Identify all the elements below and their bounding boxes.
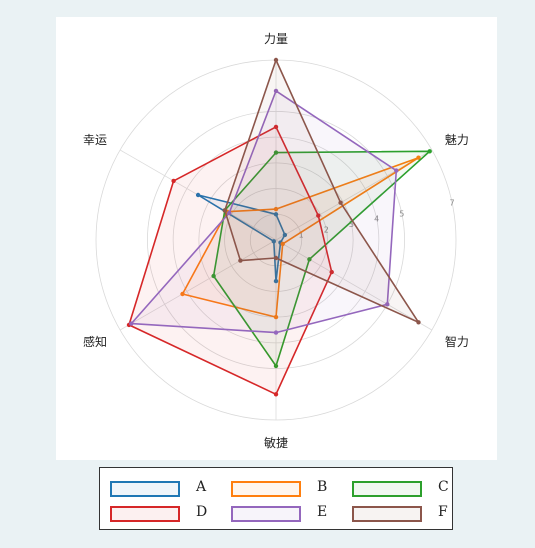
legend-swatch <box>352 506 422 522</box>
legend-label: A <box>196 479 207 495</box>
legend: A B C D E F <box>99 467 453 530</box>
data-point <box>273 392 279 397</box>
legend-label: E <box>317 504 328 520</box>
data-point <box>416 320 421 325</box>
axis-label: 敏捷 <box>264 435 288 450</box>
axis-label: 幸运 <box>83 133 107 147</box>
chart-stage: 123457 力量 魅力 智力 敏捷 感知 幸运 A B C D E F <box>0 0 535 544</box>
legend-swatch <box>352 481 422 497</box>
data-point <box>273 255 279 261</box>
data-point <box>238 258 243 263</box>
radar-chart: 123457 力量魅力智力敏捷感知幸运 <box>56 17 497 460</box>
data-point <box>129 321 134 326</box>
legend-label: B <box>317 479 328 495</box>
data-point <box>222 208 227 213</box>
axis-label: 智力 <box>445 334 469 349</box>
legend-label: C <box>438 479 449 495</box>
data-point <box>273 330 279 335</box>
legend-label: F <box>438 504 448 520</box>
radial-tick-label: 5 <box>399 209 404 218</box>
data-point <box>394 168 399 173</box>
legend-label: D <box>196 504 208 520</box>
radial-tick-label: 7 <box>450 199 455 208</box>
legend-swatch <box>110 481 180 497</box>
legend-swatch <box>231 506 301 522</box>
axis-label: 力量 <box>264 32 288 46</box>
axis-label: 魅力 <box>445 132 469 147</box>
axis-label: 感知 <box>83 334 107 349</box>
data-point <box>338 200 343 205</box>
legend-swatch <box>110 506 180 522</box>
data-point <box>273 57 279 63</box>
data-point <box>171 178 176 184</box>
data-point <box>427 149 432 154</box>
legend-swatch <box>231 481 301 497</box>
